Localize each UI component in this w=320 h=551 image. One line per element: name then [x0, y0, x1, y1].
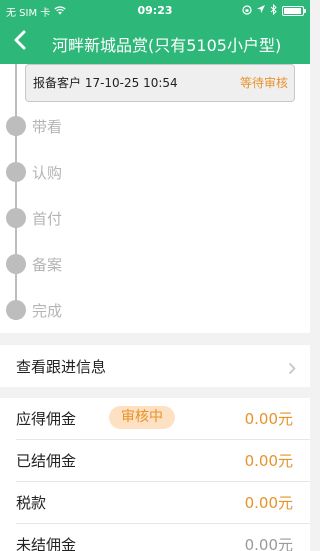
timeline-step-label: 带看 — [32, 118, 63, 136]
commission-row: 应得佣金 审核中 0.00元 — [0, 398, 310, 440]
battery-icon — [282, 6, 306, 16]
back-button[interactable] — [4, 26, 36, 58]
commission-row: 未结佣金 0.00元 — [0, 524, 310, 551]
commission-label: 税款 — [16, 494, 47, 512]
progress-timeline: 报备客户 17-10-25 10:54 等待审核 带看 认购 首付 备案 完成 — [0, 64, 310, 333]
page-title: 河畔新城品赏(只有5105小户型) — [52, 36, 282, 55]
timeline-step-label: 备案 — [32, 256, 63, 274]
timeline-dot — [6, 208, 26, 228]
timeline-dot — [6, 300, 26, 320]
view-follow-up-row[interactable]: 查看跟进信息 — [0, 345, 310, 387]
commission-value: 0.00元 — [244, 452, 293, 470]
report-card: 报备客户 17-10-25 10:54 等待审核 — [25, 64, 295, 102]
location-icon — [257, 5, 265, 17]
commission-row: 税款 0.00元 — [0, 482, 310, 524]
commission-label: 已结佣金 — [16, 452, 77, 470]
timeline-dot — [6, 116, 26, 136]
commission-label: 应得佣金 — [16, 410, 77, 428]
bluetooth-icon — [270, 3, 277, 18]
timeline-dot — [6, 254, 26, 274]
commission-value: 0.00元 — [244, 410, 293, 428]
lock-rotation-icon — [242, 4, 252, 18]
timeline-step: 完成 — [0, 295, 310, 325]
timeline-step-label: 首付 — [32, 210, 63, 228]
report-status: 等待审核 — [239, 76, 288, 90]
report-text: 报备客户 17-10-25 10:54 — [33, 76, 178, 90]
timeline-step: 备案 — [0, 249, 310, 279]
timeline-dot — [6, 162, 26, 182]
timeline-line — [15, 64, 17, 320]
timeline-step-label: 完成 — [32, 302, 63, 320]
status-badge: 审核中 — [109, 406, 175, 429]
back-arrow-icon — [13, 29, 27, 55]
status-right — [242, 3, 306, 18]
nav-bar: 河畔新城品赏(只有5105小户型) — [0, 20, 310, 64]
follow-up-label: 查看跟进信息 — [16, 358, 107, 376]
timeline-step: 带看 — [0, 111, 310, 141]
commission-list: 应得佣金 审核中 0.00元 已结佣金 0.00元 税款 0.00元 未结佣金 … — [0, 398, 310, 551]
timeline-step-label: 认购 — [32, 164, 63, 182]
commission-label: 未结佣金 — [16, 536, 77, 551]
commission-value: 0.00元 — [244, 536, 293, 551]
timeline-step: 首付 — [0, 203, 310, 233]
timeline-step: 认购 — [0, 157, 310, 187]
commission-value: 0.00元 — [244, 494, 293, 512]
chevron-right-icon — [288, 360, 296, 379]
status-bar: 无 SIM 卡 09:23 — [0, 0, 310, 20]
commission-row: 已结佣金 0.00元 — [0, 440, 310, 482]
